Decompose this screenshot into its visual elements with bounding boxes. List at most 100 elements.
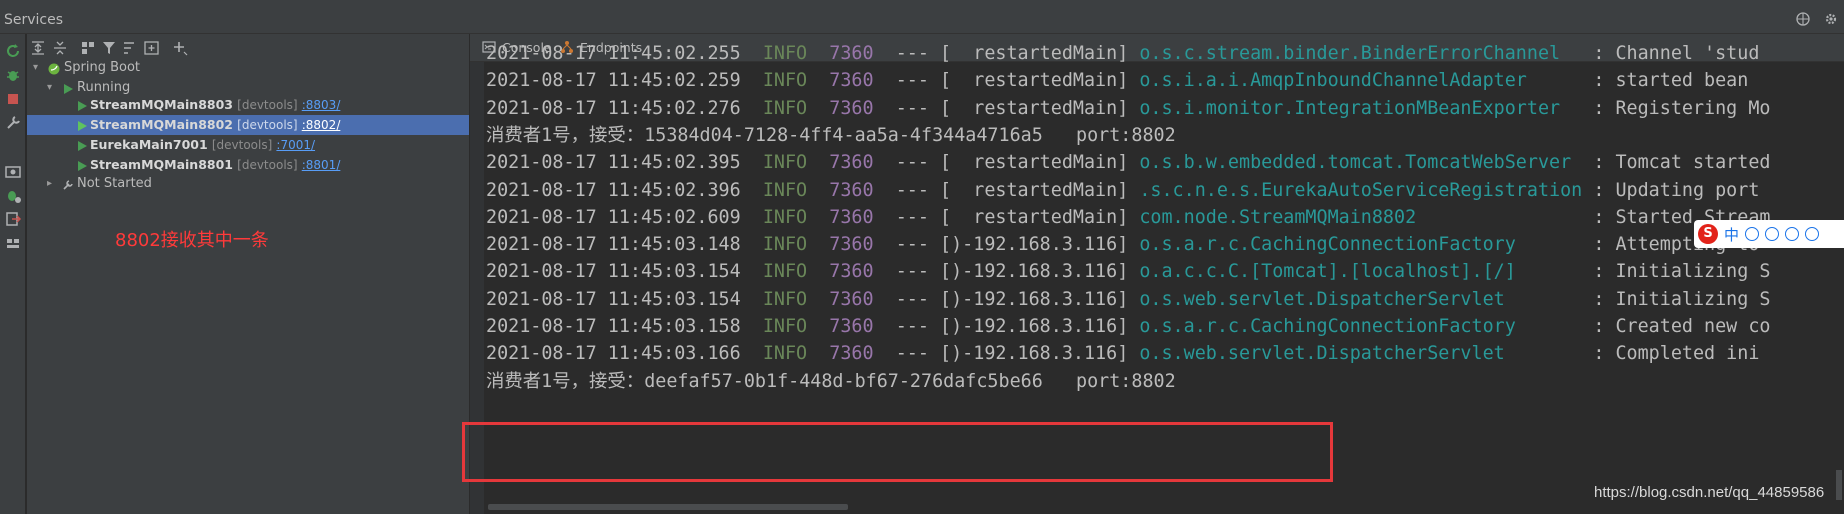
log-logger: o.a.c.c.C.[Tomcat].[localhost].[/] xyxy=(1139,261,1516,283)
log-padding xyxy=(1571,152,1593,173)
log-pid: 7360 xyxy=(829,43,874,64)
log-message: : Updating port xyxy=(1593,179,1760,201)
tree-node-not-started[interactable]: ▸ Not Started xyxy=(27,174,469,194)
log-thread: restartedMain] xyxy=(951,152,1140,174)
log-thread: )-192.168.3.116] xyxy=(951,234,1140,256)
log-timestamp: 2021-08-17 11:45:02.259 xyxy=(486,70,741,92)
camera-icon[interactable] xyxy=(4,162,22,180)
tree-node-label: Not Started xyxy=(77,176,152,191)
service-port-link[interactable]: :8802/ xyxy=(302,118,341,132)
log-pid: 7360 xyxy=(829,179,874,201)
log-thread: restartedMain] xyxy=(951,179,1140,201)
log-logger: o.s.web.servlet.DispatcherServlet xyxy=(1139,288,1505,310)
gear-icon[interactable] xyxy=(1824,11,1838,25)
globe-icon[interactable] xyxy=(1796,11,1810,26)
sogou-logo: S xyxy=(1698,224,1718,244)
log-separator: --- [ xyxy=(895,70,952,92)
vertical-scrollbar[interactable] xyxy=(1834,62,1844,502)
ime-language[interactable]: 中 xyxy=(1724,224,1739,245)
collapse-all-icon[interactable] xyxy=(51,39,69,57)
scroll-thumb[interactable] xyxy=(1836,470,1842,500)
tree-node-label: Spring Boot xyxy=(64,60,141,75)
log-level: INFO xyxy=(762,97,808,119)
log-separator: --- [ xyxy=(895,206,952,228)
layout-icon[interactable] xyxy=(4,234,22,252)
tree-service-streammqmain8803[interactable]: StreamMQMain8803 [devtools] :8803/ xyxy=(27,95,469,115)
service-name: StreamMQMain8802 xyxy=(90,117,233,132)
service-port-link[interactable]: :7001/ xyxy=(276,138,315,152)
exit-icon[interactable] xyxy=(4,210,22,228)
chevron-right-icon[interactable]: ▸ xyxy=(47,174,59,194)
services-title-bar: Services xyxy=(0,0,1844,34)
log-pid: 7360 xyxy=(829,316,874,337)
wrench-icon[interactable] xyxy=(4,114,22,132)
add-icon[interactable] xyxy=(171,39,189,57)
run-icon xyxy=(62,82,74,94)
services-tree-panel: ▾ Spring Boot ▾ Running StreamMQMain8803… xyxy=(27,34,469,514)
console-message-line: 消费者1号，接受：deefaf57-0b1f-448d-bf67-276dafc… xyxy=(486,366,1176,398)
log-padding xyxy=(1505,289,1594,310)
log-padding xyxy=(1560,43,1593,64)
log-padding xyxy=(1516,234,1594,255)
debug-icon[interactable] xyxy=(4,66,22,84)
log-separator: --- [ xyxy=(895,152,952,174)
ime-keyboard-icon[interactable] xyxy=(1805,227,1820,241)
group-icon[interactable] xyxy=(79,39,97,57)
red-annotation: 8802接收其中一条 xyxy=(115,230,269,251)
tree-service-streammqmain8802[interactable]: StreamMQMain8802 [devtools] :8802/ xyxy=(27,115,469,135)
log-pid: 7360 xyxy=(829,97,874,119)
ime-emoji-icon[interactable] xyxy=(1765,227,1780,241)
scroll-thumb[interactable] xyxy=(488,504,848,510)
log-level: INFO xyxy=(762,179,808,201)
log-message: : Initializing S xyxy=(1593,288,1771,310)
message-text: 消费者1号，接受：15384d04-7128-4ff4-aa5a-4f344a4… xyxy=(486,124,1176,146)
highlight-box xyxy=(462,422,1333,482)
run-icon xyxy=(76,159,88,171)
log-message: : Completed ini xyxy=(1593,343,1760,365)
log-level: INFO xyxy=(762,43,808,64)
log-logger: o.s.i.a.i.AmqpInboundChannelAdapter xyxy=(1139,70,1527,92)
service-tag: [devtools] xyxy=(237,158,298,172)
tree-service-streammqmain8801[interactable]: StreamMQMain8801 [devtools] :8801/ xyxy=(27,155,469,175)
new-tab-icon[interactable] xyxy=(143,39,161,57)
log-separator: --- [ xyxy=(895,343,952,365)
ime-punctuation-icon[interactable] xyxy=(1745,227,1760,241)
log-pid: 7360 xyxy=(829,234,874,256)
log-timestamp: 2021-08-17 11:45:02.395 xyxy=(486,152,741,174)
debug-settings-icon[interactable] xyxy=(4,186,22,204)
log-padding xyxy=(1527,70,1593,91)
log-level: INFO xyxy=(762,343,808,365)
log-padding xyxy=(1505,343,1594,364)
rerun-icon[interactable] xyxy=(4,42,22,60)
log-level: INFO xyxy=(762,206,808,228)
log-level: INFO xyxy=(762,70,808,92)
log-timestamp: 2021-08-17 11:45:03.158 xyxy=(486,316,741,337)
ime-mic-icon[interactable] xyxy=(1785,227,1800,241)
sort-icon[interactable] xyxy=(121,39,139,57)
horizontal-scrollbar[interactable] xyxy=(488,502,1844,512)
services-side-toolbar xyxy=(0,34,26,514)
log-separator: --- [ xyxy=(895,179,952,201)
tree-node-spring-boot[interactable]: ▾ Spring Boot xyxy=(27,58,469,78)
service-tag: [devtools] xyxy=(211,138,273,152)
tree-service-eurekamain7001[interactable]: EurekaMain7001 [devtools] :7001/ xyxy=(27,135,469,155)
log-thread: )-192.168.3.116] xyxy=(951,288,1140,310)
log-logger: o.s.a.r.c.CachingConnectionFactory xyxy=(1139,234,1516,256)
filter-icon[interactable] xyxy=(101,39,119,57)
wrench-icon xyxy=(62,178,74,190)
log-pid: 7360 xyxy=(829,288,874,310)
log-padding xyxy=(1582,180,1593,201)
service-port-link[interactable]: :8803/ xyxy=(302,98,341,112)
log-thread: restartedMain] xyxy=(951,70,1140,92)
log-separator: --- [ xyxy=(895,97,952,119)
log-padding xyxy=(1516,261,1594,282)
ime-toolbar[interactable]: S 中 xyxy=(1694,220,1844,248)
expand-all-icon[interactable] xyxy=(29,39,47,57)
stop-icon[interactable] xyxy=(4,90,22,108)
run-icon xyxy=(76,119,88,131)
log-logger: com.node.StreamMQMain8802 xyxy=(1139,206,1417,228)
service-port-link[interactable]: :8801/ xyxy=(302,158,341,172)
log-level: INFO xyxy=(762,152,808,174)
watermark: https://blog.csdn.net/qq_44859586 xyxy=(1594,484,1825,501)
chevron-down-icon[interactable]: ▾ xyxy=(33,58,45,78)
